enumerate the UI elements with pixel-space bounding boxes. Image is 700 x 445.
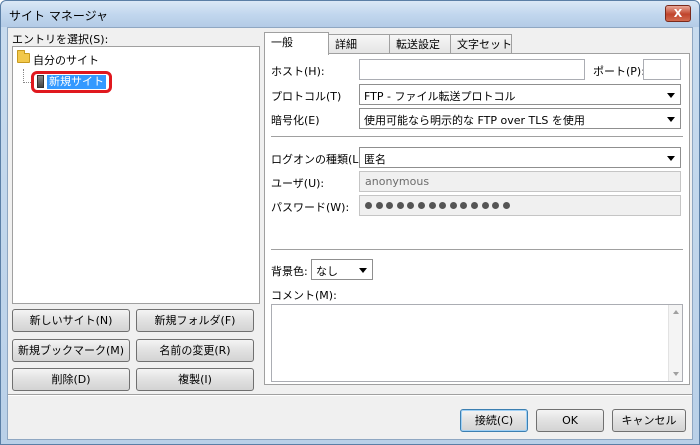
dialog-client: エントリを選択(S): 自分のサイト 新規サイト 新しいサイト(N) 新規フォル… bbox=[7, 27, 693, 440]
encryption-label: 暗号化(E) bbox=[271, 114, 320, 127]
divider bbox=[271, 136, 683, 138]
new-site-button[interactable]: 新しいサイト(N) bbox=[12, 309, 130, 332]
protocol-label: プロトコル(T) bbox=[271, 90, 342, 103]
comment-scrollbar[interactable] bbox=[668, 305, 682, 381]
tab-charset[interactable]: 文字セット bbox=[450, 34, 512, 54]
window-title: サイト マネージャ bbox=[9, 9, 108, 23]
password-dot bbox=[470, 201, 478, 209]
password-dot bbox=[407, 201, 415, 209]
password-mask bbox=[365, 198, 513, 211]
password-dot bbox=[417, 201, 425, 209]
password-dot bbox=[375, 201, 383, 209]
ok-button[interactable]: OK bbox=[536, 409, 604, 432]
password-dot bbox=[439, 201, 447, 209]
user-input[interactable]: anonymous bbox=[359, 171, 681, 192]
user-label: ユーザ(U): bbox=[271, 177, 325, 190]
tab-transfer-settings[interactable]: 転送設定 bbox=[389, 34, 451, 54]
close-button[interactable]: X bbox=[665, 5, 691, 22]
password-label: パスワード(W): bbox=[271, 201, 350, 214]
new-folder-button[interactable]: 新規フォルダ(F) bbox=[136, 309, 254, 332]
scroll-up-icon[interactable] bbox=[673, 310, 679, 314]
chevron-down-icon bbox=[667, 117, 675, 122]
rename-button[interactable]: 名前の変更(R) bbox=[136, 339, 254, 362]
password-dot bbox=[386, 201, 394, 209]
password-dot bbox=[502, 201, 510, 209]
protocol-select[interactable]: FTP - ファイル転送プロトコル bbox=[359, 84, 681, 105]
server-icon bbox=[37, 75, 44, 88]
password-dot bbox=[428, 201, 436, 209]
comment-label: コメント(M): bbox=[271, 289, 337, 302]
tree-item-new-site[interactable]: 新規サイト bbox=[47, 75, 106, 89]
divider bbox=[8, 394, 692, 396]
tree-item-label: 自分のサイト bbox=[33, 54, 99, 67]
password-dot bbox=[492, 201, 500, 209]
general-panel: ホスト(H): ポート(P): プロトコル(T) FTP - ファイル転送プロト… bbox=[264, 53, 690, 385]
chevron-down-icon bbox=[667, 93, 675, 98]
chevron-down-icon bbox=[667, 156, 675, 161]
encryption-select[interactable]: 使用可能なら明示的な FTP over TLS を使用 bbox=[359, 108, 681, 129]
delete-button[interactable]: 削除(D) bbox=[12, 368, 130, 391]
divider bbox=[271, 249, 683, 251]
logon-type-select[interactable]: 匿名 bbox=[359, 147, 681, 168]
site-tree[interactable]: 自分のサイト 新規サイト bbox=[12, 46, 260, 304]
scroll-down-icon[interactable] bbox=[673, 372, 679, 376]
password-dot bbox=[481, 201, 489, 209]
password-input[interactable] bbox=[359, 195, 681, 216]
background-color-select[interactable]: なし bbox=[311, 259, 373, 280]
new-bookmark-button[interactable]: 新規ブックマーク(M) bbox=[12, 339, 130, 362]
password-dot bbox=[449, 201, 457, 209]
tab-advanced[interactable]: 詳細 bbox=[328, 34, 390, 54]
site-manager-window: サイト マネージャ X エントリを選択(S): 自分のサイト 新規サイト 新しい… bbox=[0, 0, 700, 445]
host-label: ホスト(H): bbox=[271, 65, 325, 78]
entry-select-label: エントリを選択(S): bbox=[12, 33, 109, 46]
background-color-label: 背景色: bbox=[271, 265, 308, 278]
logon-type-label: ログオンの種類(L): bbox=[271, 153, 367, 166]
port-input[interactable] bbox=[643, 59, 681, 80]
tree-connector bbox=[23, 82, 31, 83]
tree-connector bbox=[23, 69, 24, 83]
connect-button[interactable]: 接続(C) bbox=[460, 409, 528, 432]
port-label: ポート(P): bbox=[593, 65, 645, 78]
host-input[interactable] bbox=[359, 59, 585, 80]
folder-icon bbox=[17, 50, 30, 63]
chevron-down-icon bbox=[359, 268, 367, 273]
tab-general[interactable]: 一般 bbox=[264, 32, 329, 55]
password-dot bbox=[460, 201, 468, 209]
comment-textarea[interactable] bbox=[271, 304, 683, 382]
password-dot bbox=[396, 201, 404, 209]
cancel-button[interactable]: キャンセル bbox=[612, 409, 686, 432]
duplicate-button[interactable]: 複製(I) bbox=[136, 368, 254, 391]
title-bar[interactable]: サイト マネージャ X bbox=[1, 1, 699, 27]
password-dot bbox=[365, 201, 372, 209]
